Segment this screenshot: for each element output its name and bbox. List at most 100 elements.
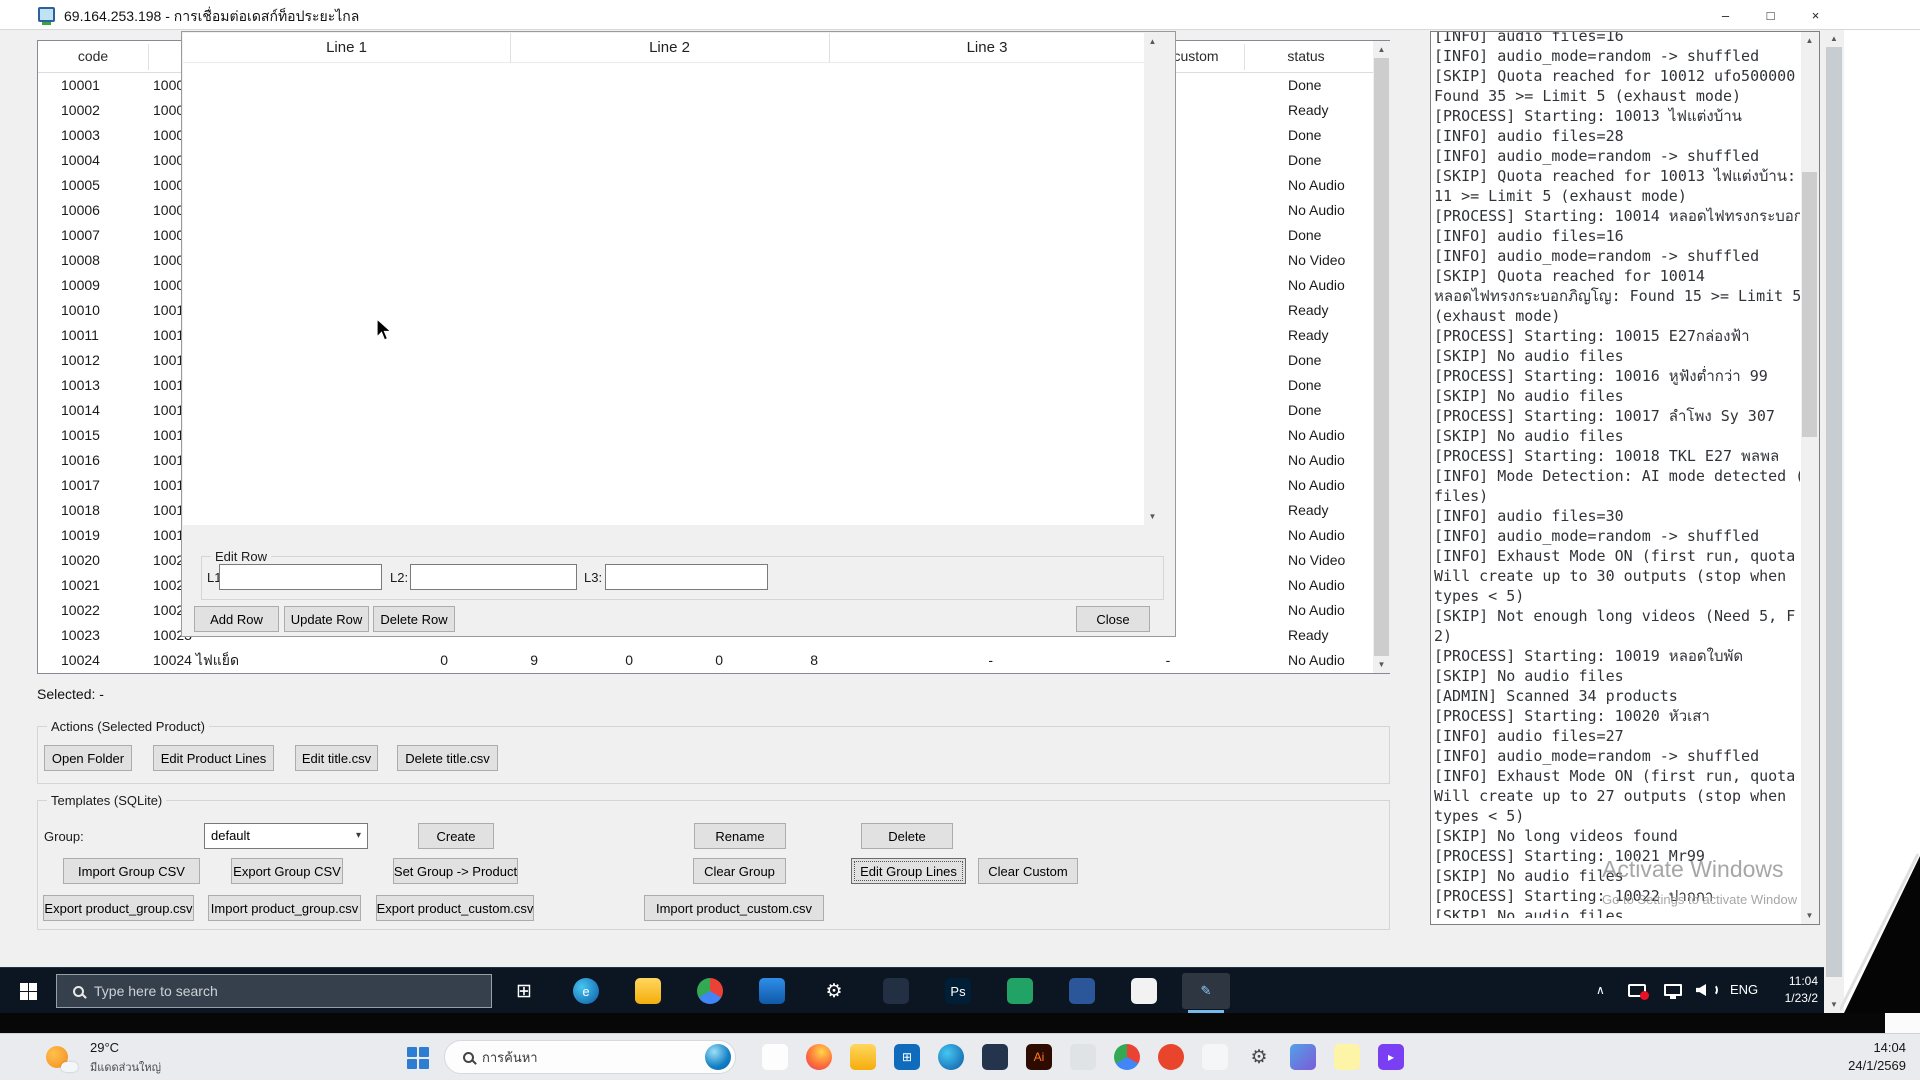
open-folder-button[interactable]: Open Folder — [44, 745, 132, 771]
folder-icon[interactable] — [848, 1042, 878, 1072]
import-product-custom-csv-button[interactable]: Import product_custom.csv — [644, 895, 824, 921]
spreadsheet-icon[interactable] — [996, 973, 1044, 1009]
scroll-down-icon[interactable]: ▼ — [1801, 907, 1818, 924]
delete-title-csv-button[interactable]: Delete title.csv — [397, 745, 498, 771]
edge-icon[interactable]: e — [562, 973, 610, 1009]
active-app-feather-icon[interactable]: ✎ — [1182, 973, 1230, 1009]
taskbar-search-box[interactable]: Type here to search — [56, 974, 492, 1008]
import-group-csv-button[interactable]: Import Group CSV — [63, 858, 200, 884]
tray-time: 11:04 — [1789, 974, 1818, 988]
weather-temperature[interactable]: 29°C — [90, 1040, 119, 1055]
settings-gear-icon[interactable]: ⚙ — [810, 973, 858, 1009]
file-explorer-icon[interactable] — [624, 973, 672, 1009]
log-line: Will create up to 30 outputs (stop when — [1434, 566, 1800, 586]
l1-input[interactable] — [219, 564, 382, 590]
taskbar-search-box[interactable]: การค้นหา — [444, 1040, 736, 1074]
export-product-custom-csv-button[interactable]: Export product_custom.csv — [376, 895, 534, 921]
scrollbar-thumb[interactable] — [1802, 172, 1817, 437]
minimize-button[interactable]: – — [1703, 0, 1748, 30]
column-header-code[interactable]: code — [38, 41, 148, 72]
column-header-line3[interactable]: Line 3 — [829, 33, 1145, 63]
log-line: [INFO] audio files=16 — [1434, 226, 1800, 246]
scrollbar-thumb[interactable] — [1374, 58, 1389, 656]
firefox-icon[interactable] — [804, 1042, 834, 1072]
chrome-icon[interactable] — [1112, 1042, 1142, 1072]
log-line: 11 >= Limit 5 (exhaust mode) — [1434, 186, 1800, 206]
app-icon-6[interactable] — [980, 1042, 1010, 1072]
group-dropdown[interactable]: default ▾ — [204, 823, 368, 849]
l2-input[interactable] — [410, 564, 577, 590]
log-line: [PROCESS] Starting: 10014 หลอดไฟทรงกระบอ… — [1434, 206, 1800, 226]
photoshop-icon[interactable]: Ps — [934, 973, 982, 1009]
log-line: [INFO] audio files=27 — [1434, 726, 1800, 746]
edge-icon[interactable] — [936, 1042, 966, 1072]
log-scrollbar[interactable]: ▲ ▼ — [1801, 32, 1819, 924]
edit-group-lines-button[interactable]: Edit Group Lines — [851, 858, 966, 884]
dialog-table-scrollbar[interactable]: ▲ ▼ — [1144, 33, 1162, 525]
export-group-csv-button[interactable]: Export Group CSV — [231, 858, 343, 884]
scroll-up-icon[interactable]: ▲ — [1801, 32, 1818, 49]
set-group-product-button[interactable]: Set Group -> Product — [393, 858, 518, 884]
clock[interactable]: 11:04 1/23/2 — [1762, 973, 1818, 1007]
app-icon-8[interactable] — [1068, 1042, 1098, 1072]
scroll-up-icon[interactable]: ▲ — [1824, 30, 1844, 47]
settings-gear-icon[interactable]: ⚙ — [1244, 1042, 1274, 1072]
app-icon-11[interactable] — [1200, 1042, 1230, 1072]
document-icon[interactable] — [1058, 973, 1106, 1009]
column-header-status[interactable]: status — [1251, 41, 1361, 72]
scroll-down-icon[interactable]: ▼ — [1144, 508, 1161, 525]
maximize-button[interactable]: □ — [1748, 0, 1793, 30]
edit-title-csv-button[interactable]: Edit title.csv — [295, 745, 378, 771]
notification-icon[interactable] — [1628, 984, 1646, 997]
import-product-group-csv-button[interactable]: Import product_group.csv — [208, 895, 361, 921]
create-button[interactable]: Create — [418, 823, 494, 849]
chrome-icon[interactable] — [686, 973, 734, 1009]
l3-input[interactable] — [605, 564, 768, 590]
start-button[interactable] — [12, 975, 44, 1007]
app-icon-10[interactable] — [1156, 1042, 1186, 1072]
log-panel[interactable]: [INFO] audio files=16[INFO] audio_mode=r… — [1430, 31, 1820, 925]
dialog-lines-table[interactable]: Line 1 Line 2 Line 3 ▲ ▼ — [183, 33, 1162, 525]
activate-windows-watermark: Activate Windows Go to Settings to activ… — [1602, 856, 1824, 907]
weather-description[interactable]: มีแดดส่วนใหญ่ — [90, 1058, 161, 1076]
scrollbar-thumb[interactable] — [1826, 47, 1842, 977]
language-indicator[interactable]: ENG — [1730, 982, 1758, 997]
task-view-icon[interactable]: ⊞ — [500, 973, 548, 1009]
delete-button[interactable]: Delete — [861, 823, 953, 849]
tray-chevron-up-icon[interactable]: ∧ — [1596, 983, 1605, 997]
notepad-icon[interactable] — [1120, 973, 1168, 1009]
defender-shield-icon[interactable] — [748, 973, 796, 1009]
table-scrollbar[interactable]: ▲ ▼ — [1373, 41, 1390, 673]
media-player-icon[interactable]: ▸ — [1376, 1042, 1406, 1072]
app-icon-7[interactable] — [872, 973, 920, 1009]
illustrator-icon[interactable]: Ai — [1024, 1042, 1054, 1072]
desktop-strip-notch — [1885, 1013, 1920, 1033]
speaker-icon[interactable] — [1696, 984, 1706, 996]
notepad-icon[interactable] — [1332, 1042, 1362, 1072]
column-header-line2[interactable]: Line 2 — [510, 33, 829, 63]
edit-product-lines-button[interactable]: Edit Product Lines — [153, 745, 274, 771]
start-button[interactable] — [404, 1044, 432, 1072]
scroll-up-icon[interactable]: ▲ — [1373, 41, 1390, 58]
rename-button[interactable]: Rename — [694, 823, 786, 849]
close-button[interactable]: × — [1793, 0, 1838, 30]
delete-row-button[interactable]: Delete Row — [373, 606, 455, 632]
export-product-group-csv-button[interactable]: Export product_group.csv — [43, 895, 194, 921]
notification-badge — [1640, 991, 1649, 1000]
document-app-icon[interactable] — [760, 1042, 790, 1072]
clear-custom-button[interactable]: Clear Custom — [978, 858, 1078, 884]
header-separator — [510, 33, 511, 63]
microsoft-store-icon[interactable]: ⊞ — [892, 1042, 922, 1072]
update-row-button[interactable]: Update Row — [284, 606, 369, 632]
clock[interactable]: 14:04 24/1/2569 — [1816, 1039, 1906, 1075]
clear-group-button[interactable]: Clear Group — [693, 858, 786, 884]
dialog-close-button[interactable]: Close — [1076, 606, 1150, 632]
scroll-down-icon[interactable]: ▼ — [1373, 656, 1390, 673]
network-monitor-icon[interactable] — [1664, 984, 1682, 996]
add-row-button[interactable]: Add Row — [194, 606, 279, 632]
10024 ไฟแย็ด[interactable]: 10024 10024 ไฟแย็ด 0 9 0 0 8 - - No Audi… — [38, 648, 1374, 673]
column-header-line1[interactable]: Line 1 — [183, 33, 510, 63]
weather-icon[interactable] — [46, 1042, 76, 1072]
photos-icon[interactable] — [1288, 1042, 1318, 1072]
scroll-up-icon[interactable]: ▲ — [1144, 33, 1161, 50]
